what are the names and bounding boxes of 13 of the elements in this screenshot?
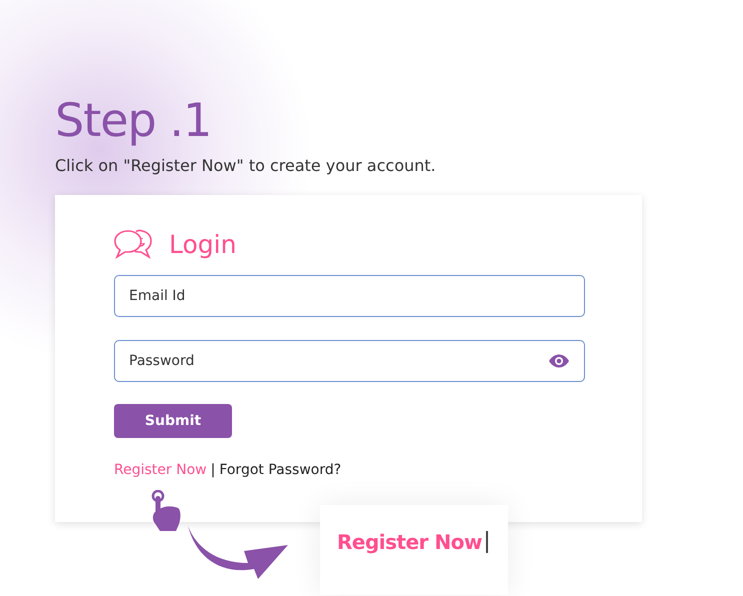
submit-button[interactable]: Submit	[114, 404, 232, 438]
step-title: Step .1	[55, 92, 212, 148]
eye-icon[interactable]	[548, 354, 570, 368]
email-field[interactable]: Email Id	[114, 275, 585, 317]
register-link[interactable]: Register Now	[114, 462, 207, 478]
password-field[interactable]: Password	[114, 340, 585, 382]
instruction-text: Click on "Register Now" to create your account.	[55, 156, 437, 176]
forgot-password-link[interactable]: Forgot Password?	[219, 462, 342, 478]
register-link-zoomed: Register Now	[337, 530, 482, 554]
login-title: Login	[169, 230, 236, 258]
text-cursor	[486, 531, 488, 553]
separator-text: |	[210, 462, 216, 478]
chat-bubbles-icon	[114, 228, 152, 260]
